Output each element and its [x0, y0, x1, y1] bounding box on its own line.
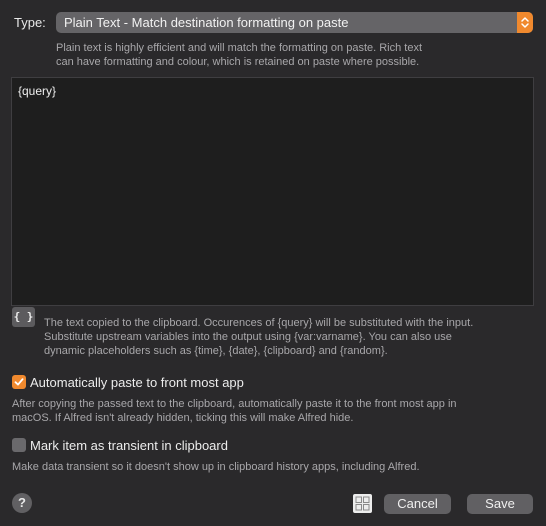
type-select-value: Plain Text - Match destination formattin… [64, 15, 349, 30]
cancel-button[interactable]: Cancel [384, 494, 451, 514]
transient-help-text: Make data transient so it doesn't show u… [12, 460, 532, 474]
text-editor-content: {query} [18, 84, 57, 98]
type-help-line: can have formatting and colour, which is… [56, 56, 420, 68]
query-help-line: The text copied to the clipboard. Occure… [44, 317, 474, 329]
text-editor[interactable]: {query} [11, 77, 534, 306]
autopaste-help-line: After copying the passed text to the cli… [12, 398, 457, 410]
transient-help-line: Make data transient so it doesn't show u… [12, 461, 420, 473]
type-label: Type: [14, 15, 46, 30]
grid-button[interactable] [353, 494, 372, 513]
autopaste-help-text: After copying the passed text to the cli… [12, 397, 532, 425]
help-button[interactable]: ? [12, 493, 32, 513]
type-help-text: Plain text is highly efficient and will … [56, 41, 526, 69]
query-help-line: dynamic placeholders such as {time}, {da… [44, 345, 388, 357]
grid-icon [355, 496, 370, 511]
autopaste-help-line: macOS. If Alfred isn't already hidden, t… [12, 412, 354, 424]
chevron-up-down-icon[interactable] [517, 12, 533, 33]
transient-label[interactable]: Mark item as transient in clipboard [30, 438, 228, 453]
question-mark-icon: ? [18, 495, 26, 510]
checkmark-icon [14, 378, 24, 386]
autopaste-label[interactable]: Automatically paste to front most app [30, 375, 244, 390]
insert-placeholder-button[interactable]: { } [12, 307, 35, 327]
transient-checkbox[interactable] [12, 438, 26, 452]
autopaste-checkbox[interactable] [12, 375, 26, 389]
query-help-line: Substitute upstream variables into the o… [44, 331, 452, 343]
save-button[interactable]: Save [467, 494, 533, 514]
type-help-line: Plain text is highly efficient and will … [56, 42, 423, 54]
type-select[interactable]: Plain Text - Match destination formattin… [56, 12, 533, 33]
query-help-text: The text copied to the clipboard. Occure… [44, 316, 534, 358]
